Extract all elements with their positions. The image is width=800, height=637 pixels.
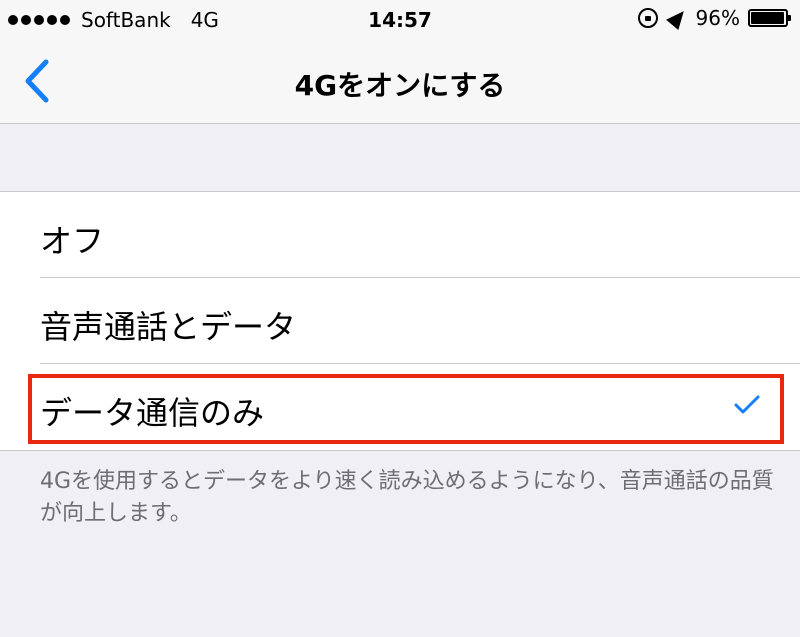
page-title: 4Gをオンにする xyxy=(294,69,506,102)
battery-percent: 96% xyxy=(695,6,740,30)
checkmark-icon xyxy=(734,395,760,414)
navigation-bar: 4Gをオンにする xyxy=(0,40,800,124)
rotation-lock-icon xyxy=(637,8,658,28)
options-list: オフ 音声通話とデータ データ通信のみ xyxy=(0,191,800,451)
battery-fill xyxy=(751,12,784,24)
battery-icon xyxy=(748,9,791,27)
option-label: データ通信のみ xyxy=(40,394,265,432)
footer-note: 4Gを使用するとデータをより速く読み込めるようになり、音声通話の品質が向上します… xyxy=(40,469,774,526)
status-right: 96% xyxy=(637,5,791,31)
status-bar: SoftBank 4G 14:57 96% xyxy=(0,0,800,40)
location-arrow-icon xyxy=(665,5,690,31)
screen: SoftBank 4G 14:57 96% 4Gをオンにする オフ 音声通話とデ… xyxy=(0,0,800,637)
option-voice-and-data[interactable]: 音声通話とデータ xyxy=(0,278,800,364)
option-data-only[interactable]: データ通信のみ xyxy=(0,364,800,450)
option-label: オフ xyxy=(40,222,105,260)
option-label: 音声通話とデータ xyxy=(40,308,297,346)
option-off[interactable]: オフ xyxy=(0,192,800,278)
